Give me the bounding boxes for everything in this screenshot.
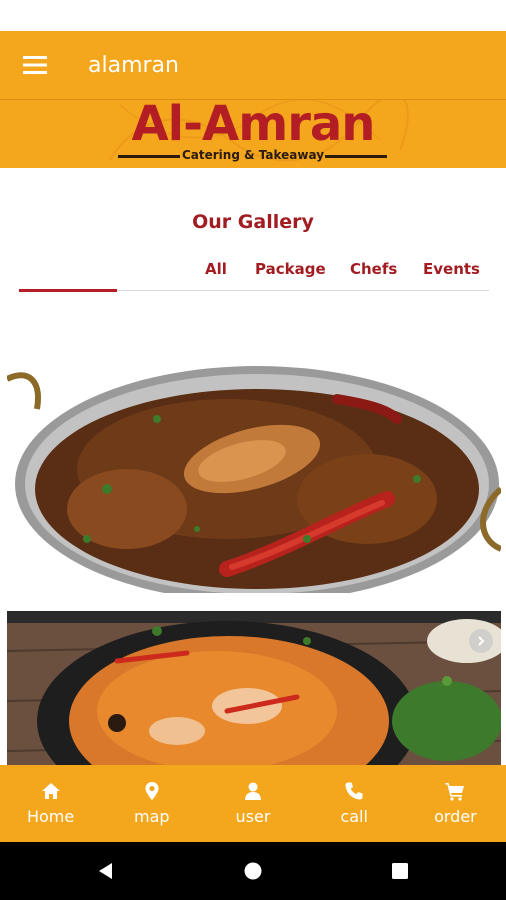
home-icon: [41, 783, 60, 799]
korma-curry-image: [7, 611, 501, 765]
chevron-right-icon: [478, 636, 485, 646]
nav-map[interactable]: map: [101, 765, 202, 842]
menu-button[interactable]: [0, 31, 70, 100]
tab-chefs[interactable]: Chefs: [350, 260, 397, 278]
hamburger-icon: [23, 56, 47, 74]
gallery-tabs: All Package Chefs Events: [0, 260, 506, 284]
nav-order-label: order: [434, 807, 477, 826]
tab-package[interactable]: Package: [255, 260, 326, 278]
nav-order[interactable]: order: [405, 765, 506, 842]
gallery-section: Our Gallery All Package Chefs Events: [0, 168, 506, 765]
tab-all[interactable]: All: [205, 260, 227, 278]
phone-icon: [345, 782, 363, 800]
cart-icon: [445, 783, 465, 801]
logo-rule-right: [325, 155, 387, 158]
nav-home-label: Home: [26, 807, 75, 826]
carousel-next-button[interactable]: [469, 629, 493, 653]
nav-home[interactable]: Home: [0, 765, 101, 842]
logo-tagline: Catering & Takeaway: [181, 148, 325, 162]
nav-call[interactable]: call: [304, 765, 405, 842]
logo-wordmark: Al-Amran: [131, 100, 376, 152]
system-navigation-bar: [0, 842, 506, 900]
app-screen: alamran Al-Amran Catering & Takeaway Our…: [0, 0, 506, 900]
nav-call-label: call: [340, 807, 368, 826]
nav-user-label: user: [235, 807, 271, 826]
user-icon: [245, 782, 261, 800]
back-icon[interactable]: [96, 861, 116, 881]
bottom-navigation: Home map user call order: [0, 765, 506, 842]
logo-banner: Al-Amran Catering & Takeaway: [0, 100, 506, 168]
gallery-title: Our Gallery: [192, 211, 314, 233]
tab-selected-indicator: [19, 289, 117, 292]
app-title: alamran: [88, 52, 179, 78]
map-pin-icon: [145, 782, 159, 800]
chicken-curry-image: [7, 359, 501, 593]
gallery-photo-chicken-curry[interactable]: [7, 359, 501, 593]
app-bar: alamran: [0, 31, 506, 100]
gallery-photo-korma[interactable]: [7, 611, 501, 765]
recents-icon[interactable]: [390, 861, 410, 881]
tab-events[interactable]: Events: [423, 260, 480, 278]
nav-map-label: map: [134, 807, 170, 826]
home-circle-icon[interactable]: [243, 861, 263, 881]
nav-user[interactable]: user: [202, 765, 303, 842]
status-bar: [0, 0, 506, 31]
